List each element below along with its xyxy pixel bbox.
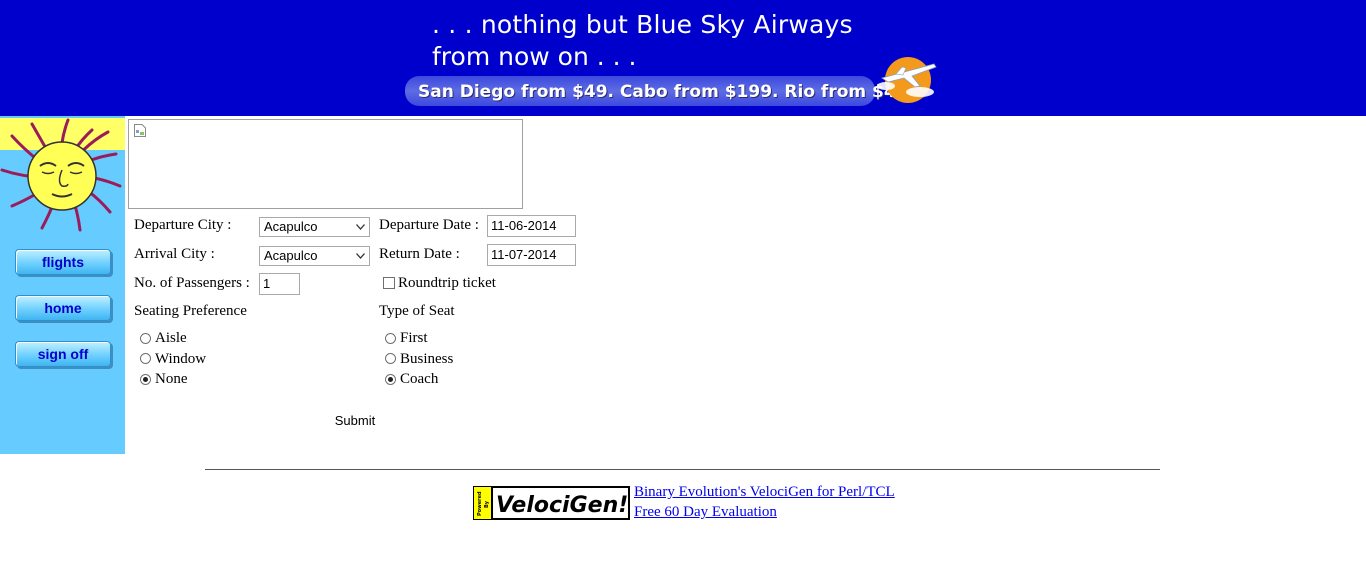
seat-type-radio-first[interactable] — [385, 333, 396, 344]
seat-type-option-business: Business — [400, 351, 454, 367]
seat-type-radio-business[interactable] — [385, 353, 396, 364]
seating-radio-none[interactable] — [140, 374, 151, 385]
airplane-sun-logo — [877, 57, 937, 103]
home-button[interactable]: home — [15, 295, 111, 321]
departure-date-input[interactable]: 11-06-2014 — [487, 215, 576, 237]
departure-city-label: Departure City : — [134, 217, 232, 233]
svg-text:VelociGen!: VelociGen! — [496, 493, 628, 518]
broken-image-icon — [134, 124, 146, 137]
sun-face-logo — [0, 118, 125, 232]
banner-tagline-line2: from now on . . . — [432, 42, 637, 71]
roundtrip-checkbox[interactable] — [383, 277, 395, 289]
return-date-input[interactable]: 11-07-2014 — [487, 244, 576, 266]
roundtrip-label: Roundtrip ticket — [398, 275, 496, 291]
seating-radio-aisle[interactable] — [140, 333, 151, 344]
promo-text: San Diego from $49. Cabo from $199. Rio … — [418, 82, 926, 102]
seating-preference-label: Seating Preference — [134, 303, 247, 319]
departure-date-label: Departure Date : — [379, 217, 479, 233]
banner-tagline-line1: . . . nothing but Blue Sky Airways — [432, 10, 853, 39]
seat-type-radio-coach[interactable] — [385, 374, 396, 385]
seating-option-window: Window — [155, 351, 207, 367]
passengers-input[interactable]: 1 — [259, 273, 300, 295]
submit-button[interactable]: Submit — [326, 410, 384, 432]
header-banner: . . . nothing but Blue Sky Airways from … — [0, 0, 1366, 116]
arrival-city-select[interactable]: Acapulco — [259, 246, 370, 266]
seat-type-label: Type of Seat — [379, 303, 455, 319]
seating-option-none: None — [155, 371, 188, 387]
seat-type-option-coach: Coach — [400, 371, 439, 387]
sign-off-button[interactable]: sign off — [15, 341, 111, 367]
left-sidebar: flights home sign off — [0, 116, 125, 454]
return-date-label: Return Date : — [379, 246, 460, 262]
velocigen-link[interactable]: Binary Evolution's VelociGen for Perl/TC… — [634, 484, 895, 501]
seating-option-aisle: Aisle — [155, 330, 187, 346]
arrival-city-label: Arrival City : — [134, 246, 215, 262]
seating-radio-window[interactable] — [140, 353, 151, 364]
passengers-label: No. of Passengers : — [134, 275, 250, 291]
footer-divider — [205, 469, 1160, 470]
chevron-down-icon — [352, 218, 369, 236]
seat-type-option-first: First — [400, 330, 428, 346]
departure-city-value: Acapulco — [264, 219, 318, 234]
broken-image-placeholder — [128, 119, 523, 209]
chevron-down-icon — [352, 247, 369, 265]
velocigen-logo[interactable]: Powered By VelociGen! — [473, 486, 630, 520]
arrival-city-value: Acapulco — [264, 248, 318, 263]
flights-button[interactable]: flights — [15, 249, 111, 275]
departure-city-select[interactable]: Acapulco — [259, 217, 370, 237]
free-evaluation-link[interactable]: Free 60 Day Evaluation — [634, 504, 777, 521]
